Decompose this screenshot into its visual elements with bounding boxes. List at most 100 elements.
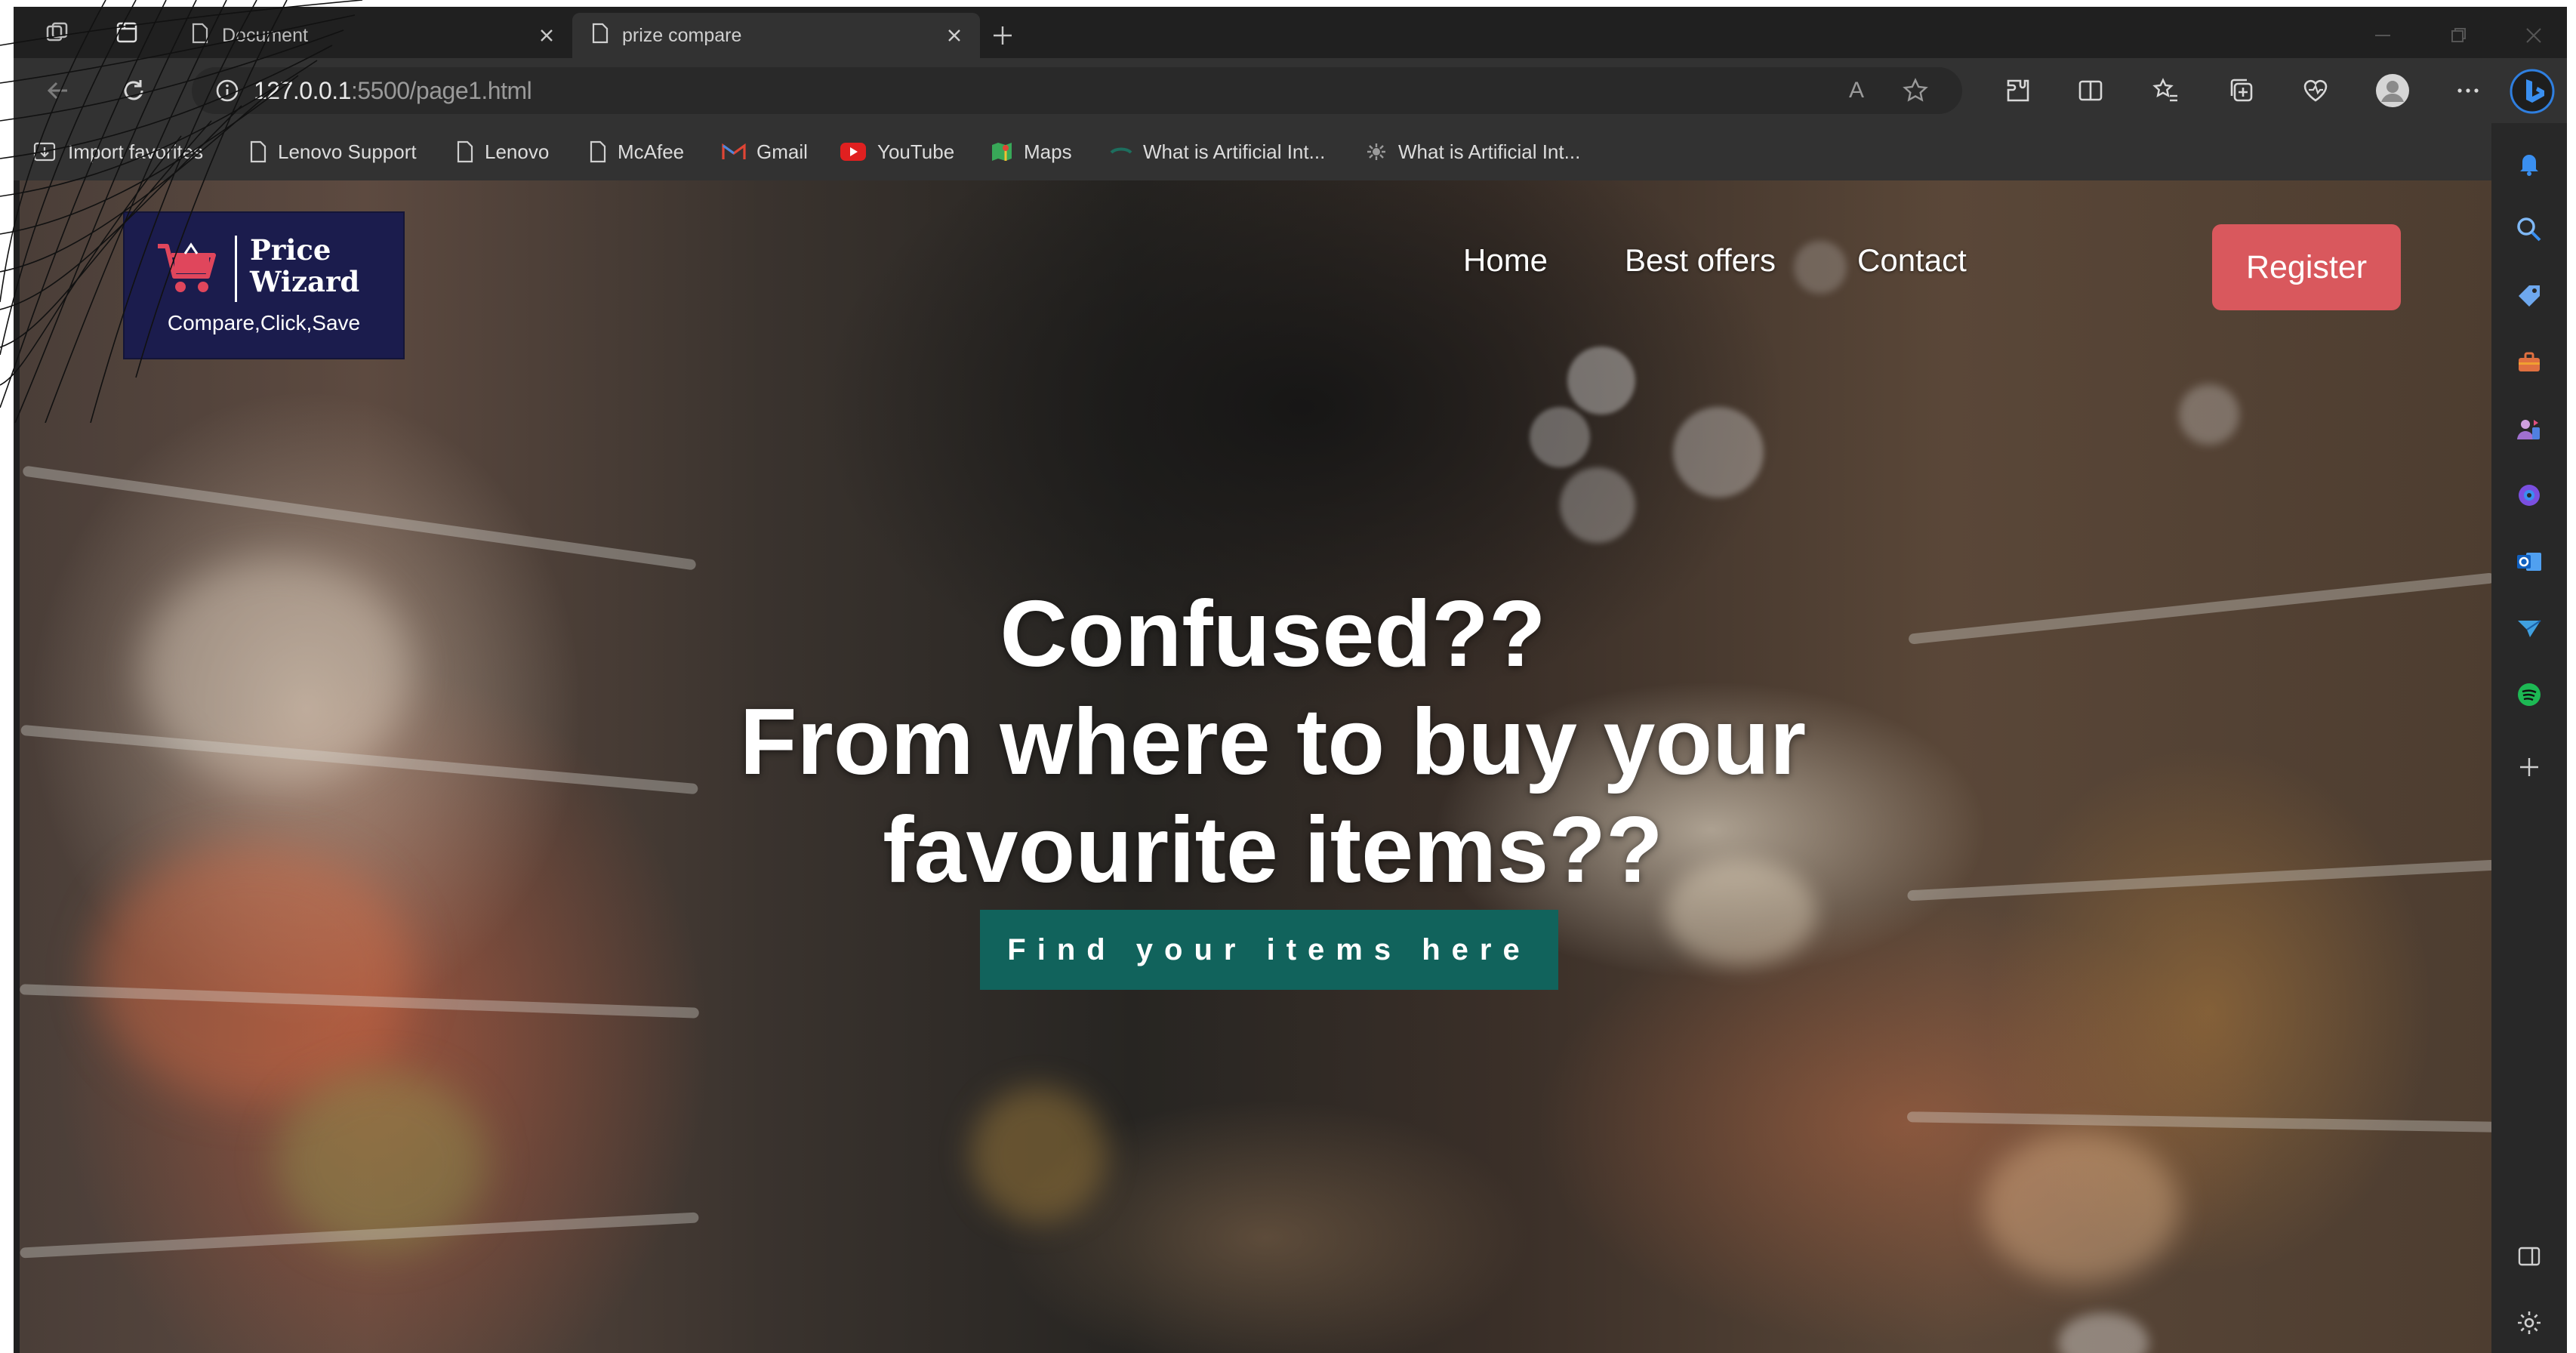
- shelf-edge: [22, 465, 697, 571]
- hero-headline: Confused?? From where to buy your favour…: [593, 581, 1952, 905]
- bokeh-light: [2179, 384, 2239, 445]
- shopping-cart-icon: [155, 239, 224, 303]
- page-icon: [592, 23, 609, 49]
- bookmark-gmail[interactable]: Gmail: [722, 137, 808, 167]
- site-icon: [1365, 142, 1388, 162]
- more-menu-icon[interactable]: [2449, 72, 2487, 109]
- split-screen-icon[interactable]: [2072, 72, 2109, 109]
- bookmark-label: Lenovo Support: [278, 140, 417, 163]
- bokeh-light: [1673, 407, 1764, 498]
- read-aloud-label: A: [1848, 78, 1864, 103]
- site-icon: [1110, 145, 1132, 159]
- address-bar[interactable]: 127.0.0.1:5500/page1.html A: [192, 67, 1962, 114]
- bookmark-what-is-ai-1[interactable]: What is Artificial Int...: [1110, 137, 1325, 167]
- bookmark-label: McAfee: [618, 140, 685, 163]
- favorites-icon[interactable]: [2147, 72, 2185, 109]
- bokeh-light: [2058, 1313, 2149, 1353]
- edge-sidebar: [2491, 123, 2567, 1353]
- profile-avatar-icon[interactable]: [2374, 72, 2411, 109]
- extensions-icon[interactable]: [1999, 72, 2037, 109]
- read-aloud-icon[interactable]: A: [1841, 75, 1872, 106]
- page-icon: [589, 140, 607, 163]
- bokeh-light: [1567, 347, 1635, 415]
- maps-icon: [991, 140, 1013, 163]
- tab-strip: Document prize compare: [14, 7, 2567, 58]
- refresh-icon[interactable]: [116, 73, 151, 108]
- bell-icon[interactable]: [2512, 146, 2547, 180]
- tab-document[interactable]: Document: [172, 13, 572, 58]
- tag-icon[interactable]: [2512, 279, 2547, 313]
- bokeh-light: [971, 1086, 1107, 1222]
- logo-name: Price Wizard: [250, 234, 359, 297]
- copilot-icon[interactable]: [2510, 69, 2555, 114]
- new-tab-button[interactable]: [988, 20, 1018, 51]
- bookmark-what-is-ai-2[interactable]: What is Artificial Int...: [1365, 137, 1580, 167]
- bokeh-light: [95, 845, 412, 1102]
- close-tab-icon[interactable]: [532, 20, 562, 51]
- back-icon[interactable]: [41, 73, 75, 108]
- page-icon: [456, 140, 474, 163]
- page-icon: [192, 23, 208, 49]
- bookmark-lenovo-support[interactable]: Lenovo Support: [249, 137, 417, 167]
- bookmark-import-favorites[interactable]: Import favorites: [33, 137, 203, 167]
- site-info-icon[interactable]: [211, 75, 243, 106]
- gear-icon[interactable]: [2512, 1305, 2547, 1340]
- url-host: 127.0.0.1: [254, 77, 351, 104]
- bookmark-label: What is Artificial Int...: [1143, 140, 1326, 163]
- headline-line-1: Confused??: [1000, 582, 1546, 686]
- logo-divider: [235, 236, 237, 302]
- maximize-icon[interactable]: [2443, 20, 2473, 51]
- tab-label: Document: [222, 24, 308, 46]
- shelf-edge: [1908, 572, 2491, 645]
- nav-link-contact[interactable]: Contact: [1857, 242, 1967, 279]
- favorites-bar: Import favorites Lenovo Support Lenovo M…: [14, 123, 2491, 180]
- shelf-edge: [1907, 859, 2491, 901]
- search-icon[interactable]: [2512, 212, 2547, 247]
- outlook-icon[interactable]: [2512, 544, 2547, 579]
- register-button[interactable]: Register: [2212, 224, 2401, 310]
- minimize-icon[interactable]: [2368, 20, 2398, 51]
- send-icon[interactable]: [2512, 611, 2547, 646]
- copilot-icon[interactable]: [2512, 478, 2547, 513]
- bookmark-label: Lenovo: [485, 140, 550, 163]
- bookmark-label: YouTube: [877, 140, 955, 163]
- bookmark-label: What is Artificial Int...: [1398, 140, 1581, 163]
- nav-link-best-offers[interactable]: Best offers: [1625, 242, 1776, 279]
- gmail-icon: [722, 143, 746, 161]
- bookmark-label: Gmail: [756, 140, 808, 163]
- nav-link-home[interactable]: Home: [1463, 242, 1548, 279]
- browser-window: Document prize compare 127.0.0.1:5500/pa…: [14, 7, 2567, 1353]
- bookmark-maps[interactable]: Maps: [991, 137, 1072, 167]
- toolbox-icon[interactable]: [2512, 345, 2547, 380]
- bokeh-light: [1530, 407, 1590, 467]
- plus-icon[interactable]: [2512, 750, 2547, 784]
- url-text: 127.0.0.1:5500/page1.html: [254, 77, 532, 105]
- bookmark-label: Maps: [1024, 140, 1072, 163]
- collections-icon[interactable]: [2223, 72, 2260, 109]
- find-items-button[interactable]: Find your items here: [980, 910, 1558, 990]
- tab-prize-compare[interactable]: prize compare: [572, 13, 980, 58]
- favorite-star-icon[interactable]: [1900, 75, 1931, 106]
- close-window-icon[interactable]: [2519, 20, 2549, 51]
- navigation-bar: 127.0.0.1:5500/page1.html A: [14, 58, 2567, 123]
- shelf-edge: [1906, 1111, 2491, 1133]
- panel-icon[interactable]: [2512, 1239, 2547, 1274]
- bookmark-lenovo[interactable]: Lenovo: [456, 137, 549, 167]
- headline-line-3: favourite items??: [883, 798, 1663, 902]
- bookmark-label: Import favorites: [68, 140, 204, 163]
- close-tab-icon[interactable]: [939, 20, 969, 51]
- bookmark-mcafee[interactable]: McAfee: [589, 137, 684, 167]
- page-icon: [249, 140, 267, 163]
- browser-essentials-icon[interactable]: [2297, 72, 2334, 109]
- tab-actions-icon[interactable]: [112, 17, 142, 48]
- bookmark-youtube[interactable]: YouTube: [840, 137, 954, 167]
- workspaces-icon[interactable]: [42, 17, 72, 48]
- people-icon[interactable]: [2512, 411, 2547, 446]
- spotify-icon[interactable]: [2512, 677, 2547, 712]
- url-path: :5500/page1.html: [350, 77, 532, 104]
- youtube-icon: [840, 142, 867, 162]
- headline-line-2: From where to buy your: [739, 690, 1807, 794]
- site-logo[interactable]: Price Wizard Compare,Click,Save: [125, 213, 403, 358]
- bokeh-light: [1560, 467, 1635, 543]
- logo-line-2: Wizard: [250, 265, 360, 298]
